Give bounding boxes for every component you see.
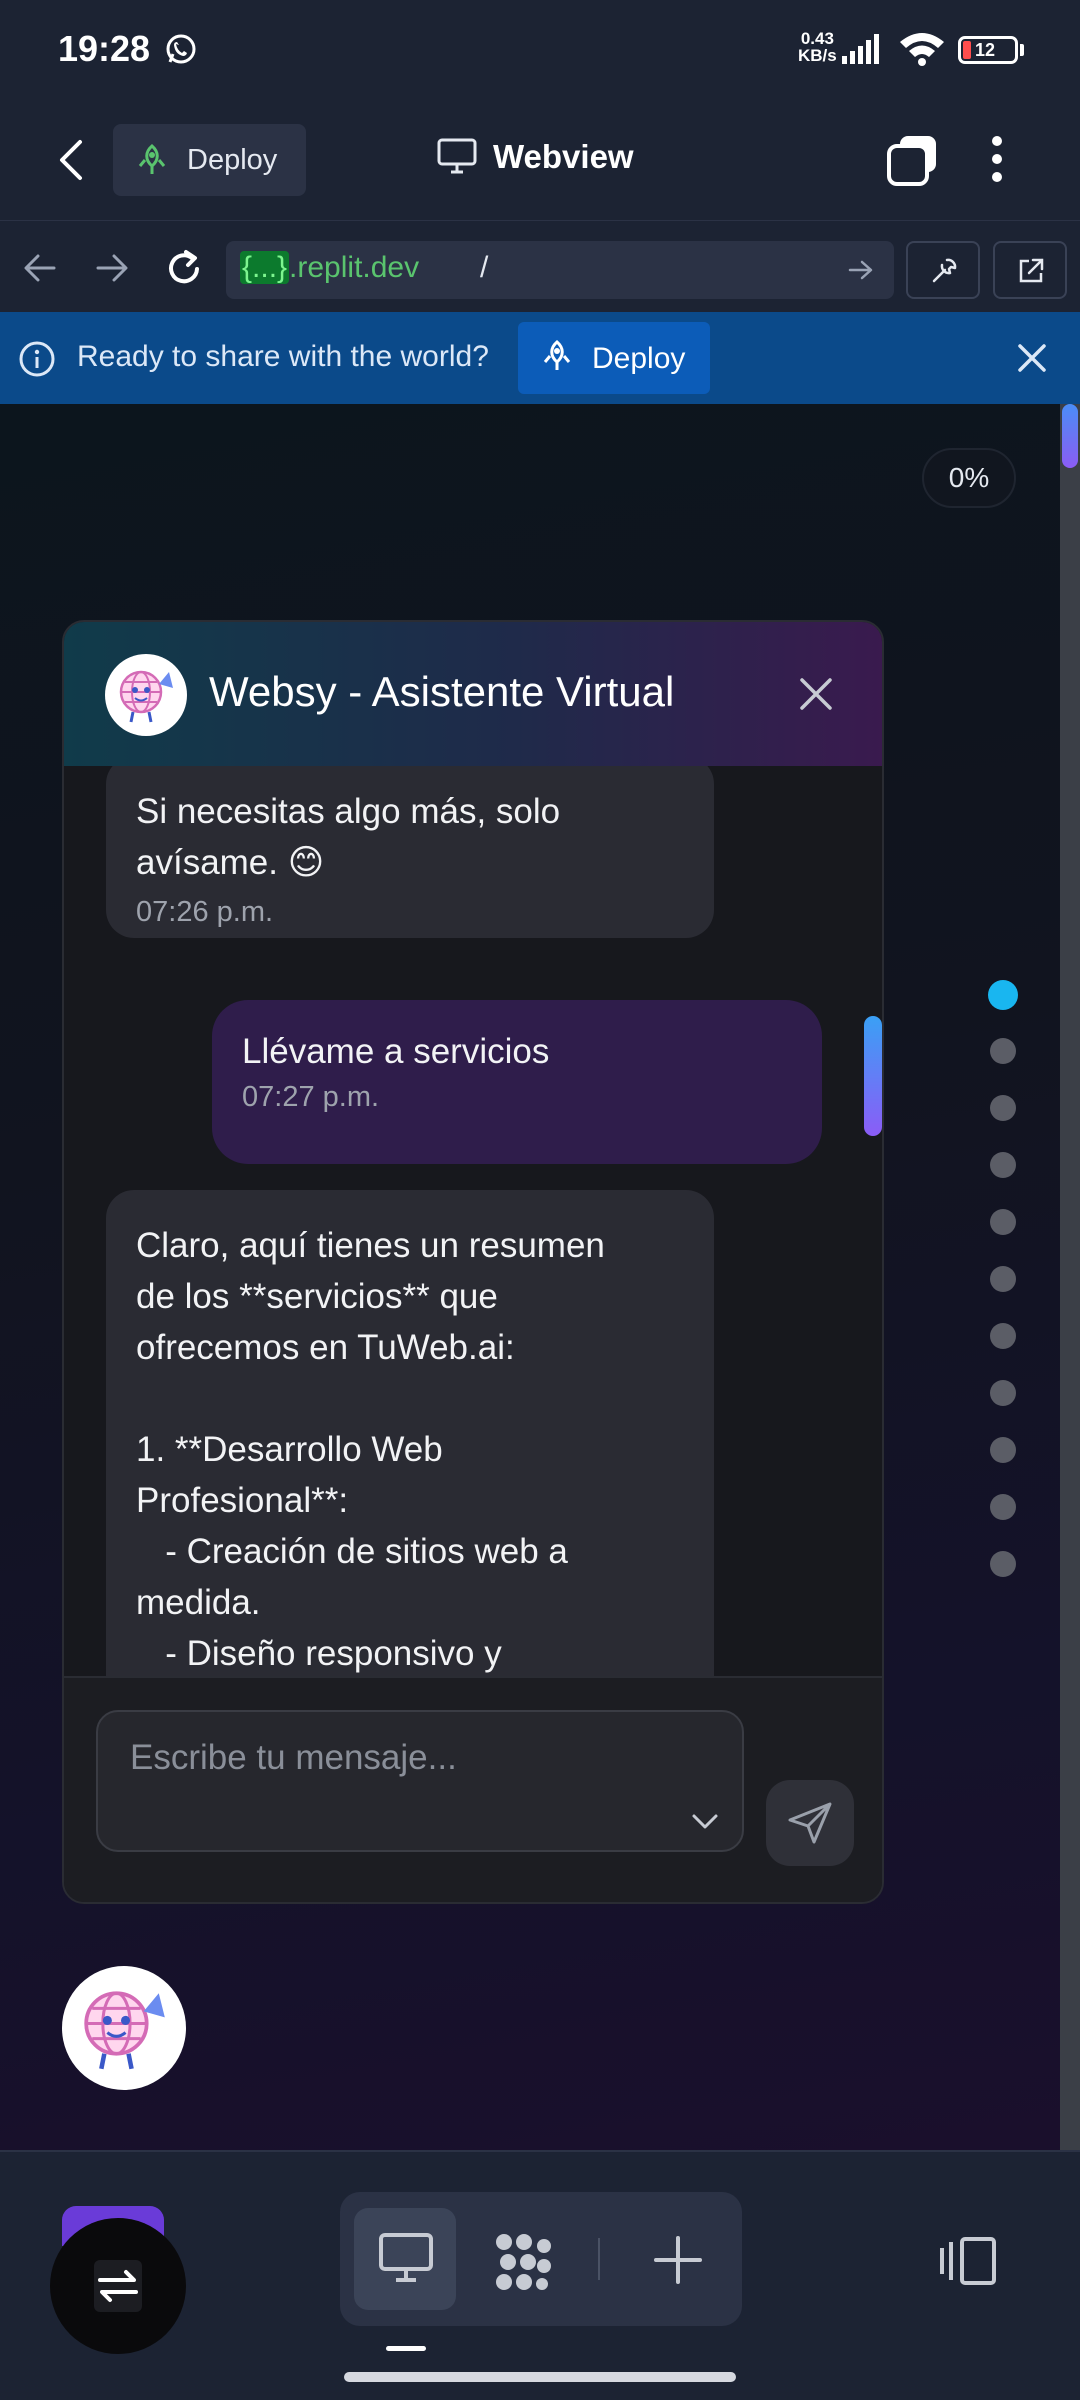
message-text: Si necesitas algo más, solo avísame. 😊 <box>136 792 561 882</box>
url-input[interactable]: {...}.replit.dev / <box>226 241 894 299</box>
message-time: 07:27 p.m. <box>242 1081 380 1113</box>
app-header: Deploy Webview <box>0 100 1080 220</box>
deploy-button-label: Deploy <box>187 144 278 176</box>
webview-tab[interactable] <box>354 2208 456 2310</box>
globe-mascot-icon <box>119 670 173 723</box>
banner-deploy-label: Deploy <box>592 342 686 375</box>
deploy-button[interactable]: Deploy <box>113 124 306 196</box>
pagination-dot[interactable] <box>988 980 1018 1010</box>
battery-icon: 12 <box>958 36 1018 64</box>
send-icon <box>788 1802 832 1844</box>
wifi-icon <box>898 30 946 66</box>
bottom-toolbar <box>0 2150 1080 2400</box>
nav-forward-icon[interactable] <box>94 251 130 285</box>
message-input-placeholder: Escribe tu mensaje... <box>130 1738 457 1777</box>
switch-icon <box>94 2260 142 2312</box>
banner-close-icon[interactable] <box>1014 340 1050 376</box>
message-time: 07:26 p.m. <box>136 896 274 928</box>
pagination-dot[interactable] <box>990 1038 1016 1064</box>
monitor-icon <box>379 2233 433 2282</box>
external-link-icon <box>1019 258 1044 283</box>
send-button[interactable] <box>766 1780 854 1866</box>
message-text: Claro, aquí tienes un resumen de los **s… <box>136 1226 605 1673</box>
grid-dots-icon <box>496 2234 551 2290</box>
reload-icon[interactable] <box>164 249 204 289</box>
banner-message: Ready to share with the world? <box>77 340 489 373</box>
home-indicator[interactable] <box>344 2372 736 2382</box>
message-text: Llévame a servicios <box>242 1032 550 1071</box>
net-speed-value: 0.43 <box>800 29 834 48</box>
status-bar: 19:28 0.43 KB/s 12 <box>0 0 1080 100</box>
deploy-banner: Ready to share with the world? Deploy <box>0 312 1080 404</box>
scroll-percent-indicator: 0% <box>922 448 1016 508</box>
globe-mascot-icon <box>84 1991 165 2070</box>
battery-level: 12 <box>975 40 996 60</box>
pagination-dot[interactable] <box>990 1152 1016 1178</box>
webview-scrollbar[interactable] <box>1060 404 1080 2150</box>
url-toolbar: {...}.replit.dev / <box>0 220 1080 312</box>
url-path: / <box>480 251 489 284</box>
chat-composer: Escribe tu mensaje... <box>64 1676 882 1902</box>
devtools-button[interactable] <box>906 241 980 299</box>
webview-scroll-thumb[interactable] <box>1062 404 1078 468</box>
open-external-button[interactable] <box>993 241 1067 299</box>
chat-close-icon[interactable] <box>796 674 836 714</box>
bot-message: Si necesitas algo más, solo avísame. 😊 0… <box>106 766 714 938</box>
more-options-icon[interactable] <box>990 134 1004 184</box>
active-tab-indicator <box>386 2346 426 2351</box>
pagination-dot[interactable] <box>990 1095 1016 1121</box>
view-switcher <box>340 2192 742 2326</box>
pagination-dot[interactable] <box>990 1266 1016 1292</box>
pagination-dot[interactable] <box>990 1323 1016 1349</box>
new-tab-button[interactable] <box>626 2208 728 2310</box>
banner-deploy-button[interactable]: Deploy <box>518 322 710 394</box>
bot-message: Claro, aquí tienes un resumen de los **s… <box>106 1190 714 1676</box>
wrench-icon <box>932 258 957 283</box>
deploy-rocket-icon <box>543 340 571 370</box>
chat-widget: Websy - Asistente Virtual Si necesitas a… <box>62 620 884 1904</box>
assistant-launcher[interactable] <box>62 1966 186 2090</box>
pagination-dot[interactable] <box>990 1494 1016 1520</box>
page-title: Webview <box>493 138 634 175</box>
chat-messages[interactable]: Si necesitas algo más, solo avísame. 😊 0… <box>64 766 882 1676</box>
message-input[interactable]: Escribe tu mensaje... <box>96 1710 744 1852</box>
deploy-rocket-icon <box>137 144 167 176</box>
divider <box>598 2238 600 2280</box>
webview-title: Webview <box>437 138 634 175</box>
info-icon <box>18 340 56 378</box>
switch-workspace-button[interactable] <box>50 2218 186 2354</box>
apps-tab[interactable] <box>470 2208 572 2310</box>
chat-scroll-thumb[interactable] <box>864 1016 882 1136</box>
monitor-icon <box>437 138 477 174</box>
url-domain: .replit.dev <box>289 251 420 284</box>
bot-avatar <box>105 654 187 736</box>
status-time: 19:28 <box>58 28 151 69</box>
network-speed: 0.43 KB/s <box>798 30 837 64</box>
nav-back-icon[interactable] <box>22 251 58 285</box>
url-host-placeholder: {...} <box>240 251 290 284</box>
plus-icon <box>654 2236 702 2284</box>
net-speed-unit: KB/s <box>798 46 837 65</box>
panel-toggle-icon[interactable] <box>938 2236 998 2286</box>
chat-title: Websy - Asistente Virtual <box>209 668 675 715</box>
whatsapp-icon <box>164 32 198 66</box>
chevron-down-icon[interactable] <box>690 1812 720 1832</box>
chat-header: Websy - Asistente Virtual <box>64 622 882 766</box>
user-message: Llévame a servicios 07:27 p.m. <box>212 1000 822 1164</box>
pagination-dot[interactable] <box>990 1551 1016 1577</box>
back-arrow-icon[interactable] <box>52 138 92 182</box>
pagination-dot[interactable] <box>990 1380 1016 1406</box>
pagination-dot[interactable] <box>990 1209 1016 1235</box>
url-host: {...}.replit.dev <box>240 251 419 285</box>
tabs-switcher-icon[interactable] <box>886 134 938 186</box>
pagination-dot[interactable] <box>990 1437 1016 1463</box>
signal-icon <box>842 34 886 64</box>
url-go-icon[interactable] <box>848 259 874 281</box>
